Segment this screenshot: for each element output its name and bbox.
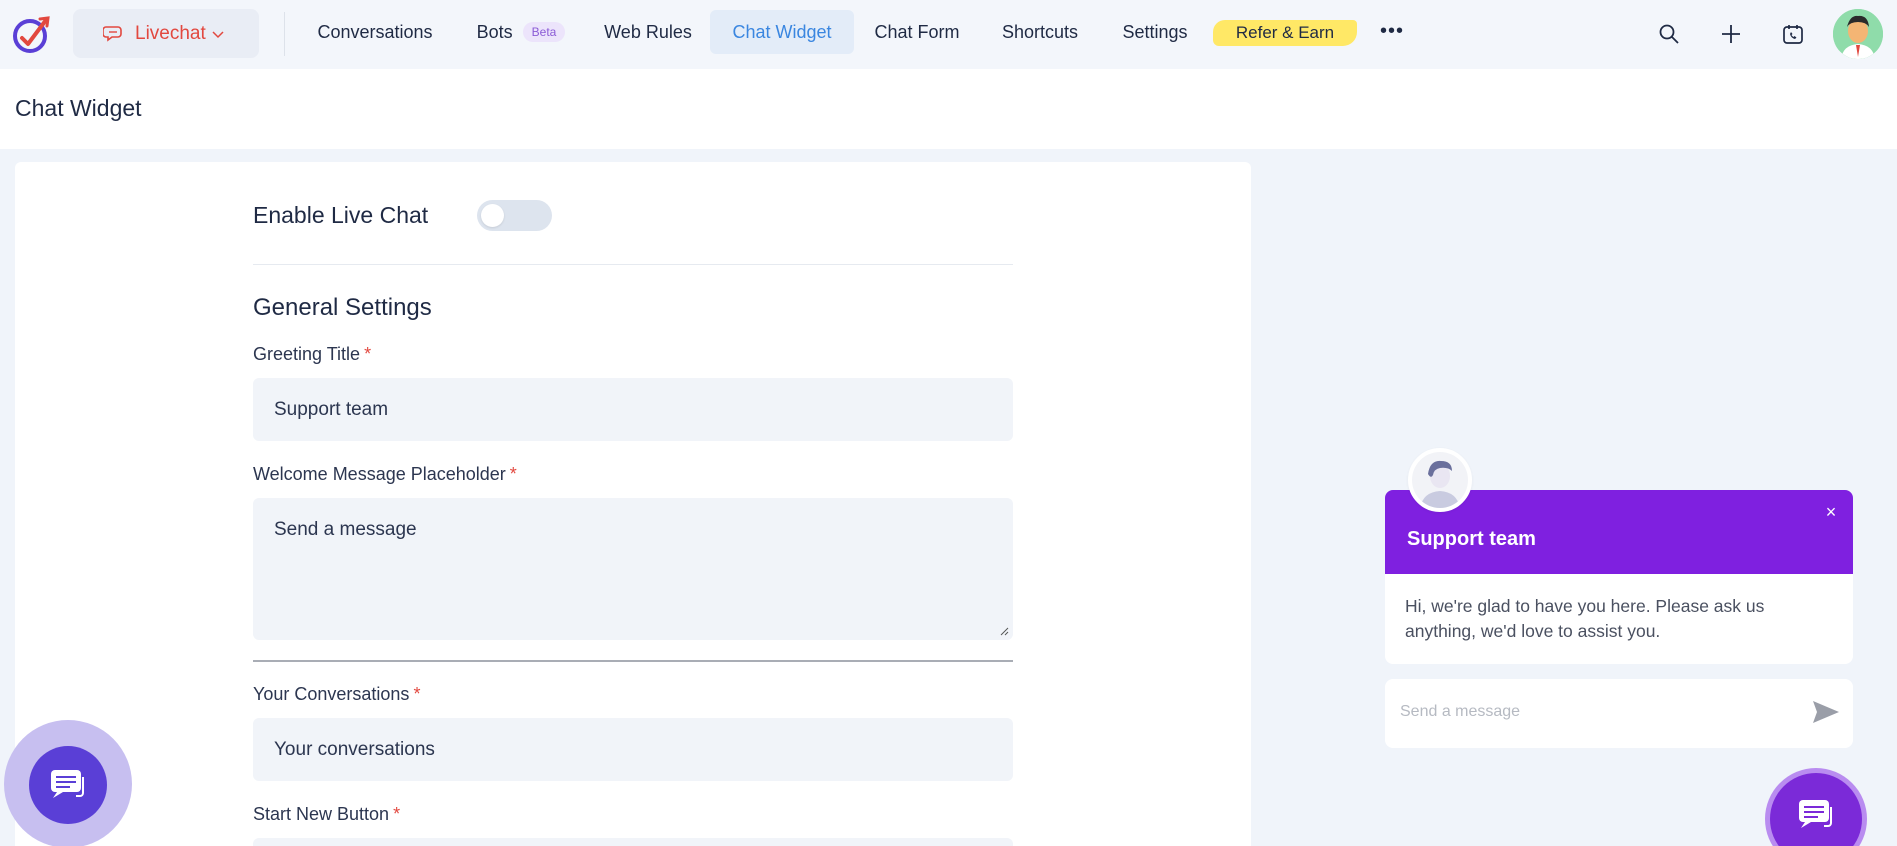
refer-label: Refer & Earn	[1235, 23, 1335, 42]
user-avatar[interactable]	[1833, 9, 1883, 59]
nav-web-rules[interactable]: Web Rules	[596, 10, 700, 54]
nav-item-label: Chat Form	[874, 21, 960, 42]
required-marker: *	[364, 344, 372, 364]
greeting-title-input[interactable]: Support team	[253, 378, 1013, 441]
phone-calendar-icon[interactable]	[1779, 20, 1807, 48]
resize-handle-icon[interactable]	[999, 626, 1009, 636]
divider	[253, 264, 1013, 265]
your-conversations-label: Your Conversations *	[253, 684, 420, 705]
section-title: General Settings	[253, 294, 432, 321]
more-menu-icon[interactable]: •••	[1380, 20, 1404, 43]
nav-bots[interactable]: Bots Beta	[466, 10, 576, 54]
chat-icon	[51, 770, 84, 798]
search-icon[interactable]	[1655, 20, 1683, 48]
nav-item-label: Bots	[476, 21, 513, 42]
chat-message-input[interactable]: Send a message	[1385, 679, 1853, 748]
nav-item-label: Shortcuts	[1001, 21, 1079, 42]
start-new-button-input[interactable]	[253, 838, 1013, 846]
nav-shortcuts[interactable]: Shortcuts	[994, 10, 1086, 54]
toggle-knob	[481, 204, 504, 227]
divider	[253, 660, 1013, 662]
chat-widget-title: Support team	[1407, 528, 1536, 550]
settings-card: Enable Live Chat General Settings Greeti…	[15, 162, 1251, 846]
enable-live-chat-row: Enable Live Chat	[253, 200, 552, 231]
nav-conversations[interactable]: Conversations	[306, 10, 444, 54]
welcome-placeholder-textarea[interactable]: Send a message	[253, 498, 1013, 640]
enable-live-chat-toggle[interactable]	[477, 200, 552, 231]
start-new-button-label: Start New Button *	[253, 804, 400, 825]
nav-chat-widget[interactable]: Chat Widget	[710, 10, 854, 54]
required-marker: *	[413, 684, 421, 704]
close-icon[interactable]: ×	[1823, 503, 1839, 521]
your-conversations-input[interactable]: Your conversations	[253, 718, 1013, 781]
beta-badge: Beta	[522, 22, 566, 42]
required-marker: *	[393, 804, 401, 824]
refer-and-earn-button[interactable]: Refer & Earn	[1213, 20, 1357, 46]
label-text: Welcome Message Placeholder	[253, 464, 506, 484]
nav-item-label: Web Rules	[604, 21, 692, 42]
chat-launcher-button[interactable]	[29, 746, 107, 824]
send-icon[interactable]	[1811, 697, 1841, 727]
nav-chat-form[interactable]: Chat Form	[866, 10, 968, 54]
nav-item-label: Conversations	[317, 21, 433, 42]
chat-icon	[1799, 800, 1832, 828]
top-navigation-bar: Livechat Conversations Bots Beta Web Rule…	[0, 0, 1897, 69]
page-title: Chat Widget	[15, 95, 142, 121]
enable-live-chat-label: Enable Live Chat	[253, 202, 429, 228]
agent-avatar	[1408, 448, 1472, 512]
required-marker: *	[509, 464, 517, 484]
widget-preview-launcher[interactable]	[1770, 773, 1862, 846]
greeting-title-label: Greeting Title *	[253, 344, 371, 365]
chat-welcome-message: Hi, we're glad to have you here. Please …	[1385, 574, 1853, 664]
main-nav: Conversations Bots Beta Web Rules Chat Wi…	[0, 10, 1897, 54]
label-text: Greeting Title	[253, 344, 361, 364]
label-text: Your Conversations	[253, 684, 410, 704]
label-text: Start New Button	[253, 804, 390, 824]
welcome-placeholder-label: Welcome Message Placeholder *	[253, 464, 517, 485]
page-header: Chat Widget	[0, 69, 1897, 149]
nav-item-label: Settings	[1122, 21, 1188, 42]
nav-item-label: Chat Widget	[732, 21, 832, 42]
textarea-value: Send a message	[274, 519, 417, 540]
nav-settings[interactable]: Settings	[1114, 10, 1196, 54]
chat-input-placeholder: Send a message	[1400, 703, 1521, 720]
plus-icon[interactable]	[1717, 20, 1745, 48]
